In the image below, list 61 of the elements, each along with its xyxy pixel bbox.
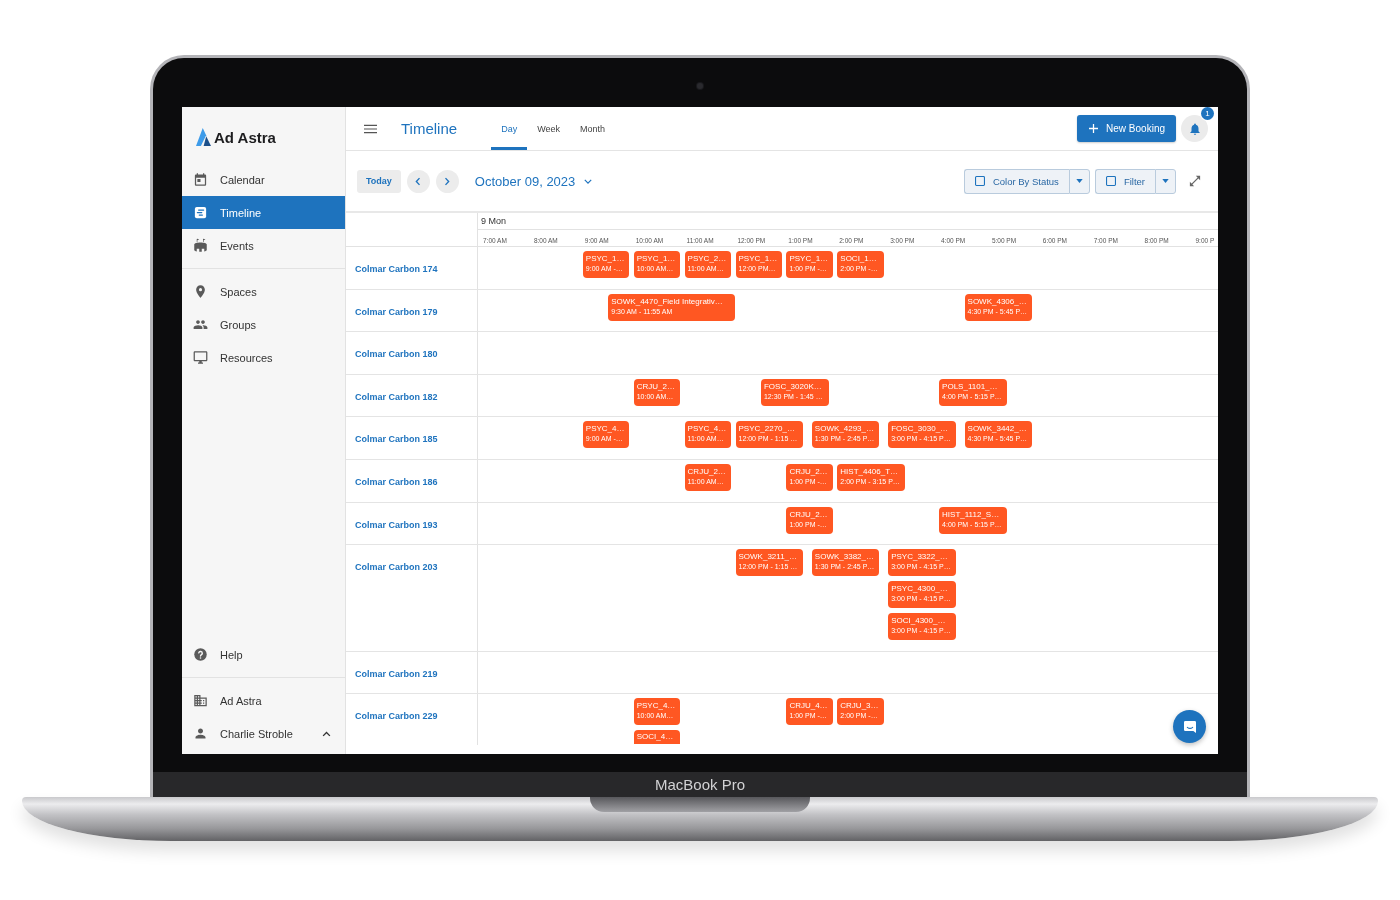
notifications-button[interactable] (1181, 115, 1208, 142)
stadium-icon (193, 238, 208, 253)
chevron-left-icon (415, 176, 422, 186)
chevron-down-icon (584, 178, 593, 184)
notification-badge: 1 (1201, 107, 1214, 120)
caret-down-icon (1162, 179, 1169, 183)
room-link[interactable]: Colmar Carbon 179 (355, 306, 438, 317)
room-link[interactable]: Colmar Carbon 186 (355, 476, 438, 487)
toggle-button[interactable]: Color By Status (963, 168, 1069, 194)
page-title: Timeline (401, 120, 458, 137)
caret-down-icon (1075, 179, 1083, 183)
chat-icon (1181, 718, 1198, 735)
room-link[interactable]: Colmar Carbon 229 (355, 711, 438, 722)
toggle-button[interactable]: Filter (1094, 168, 1155, 194)
new-booking-button[interactable]: New Booking (1077, 115, 1176, 142)
sidebar-item[interactable]: Events (182, 229, 345, 262)
previous-button[interactable] (406, 169, 430, 193)
view-tab[interactable]: Day (491, 107, 528, 150)
room-link[interactable]: Colmar Carbon 193 (355, 519, 438, 530)
sidebar-item[interactable]: Ad Astra (182, 684, 345, 717)
sidebar-item[interactable]: Resources (182, 341, 345, 374)
room-link[interactable]: Colmar Carbon 182 (355, 391, 438, 402)
sidebar-item[interactable]: Help (182, 638, 345, 671)
building-icon (193, 693, 208, 708)
sidebar-item[interactable]: Charlie Stroble (182, 717, 345, 750)
dropdown-button[interactable] (1155, 168, 1176, 194)
camera-icon (697, 83, 703, 89)
sidebar-item[interactable]: Timeline (182, 196, 345, 229)
plus-icon (1089, 124, 1099, 133)
sidebar-item[interactable]: Groups (182, 308, 345, 341)
menu-icon[interactable] (364, 123, 377, 134)
view-tab[interactable]: Month (570, 107, 615, 150)
chevron-right-icon (444, 176, 451, 186)
calendar-icon (193, 172, 208, 187)
booking-block[interactable]: SOCI_4… (633, 730, 681, 745)
help-icon (193, 647, 208, 662)
chevron-up-icon (322, 730, 331, 737)
room-link[interactable]: Colmar Carbon 203 (355, 562, 438, 573)
expand-icon[interactable] (1189, 175, 1201, 187)
sidebar-item[interactable]: Calendar (182, 163, 345, 196)
next-button[interactable] (435, 169, 459, 193)
bell-icon (1187, 121, 1202, 136)
device-label: MacBook Pro (654, 775, 745, 794)
chat-button[interactable] (1173, 710, 1206, 743)
date-button[interactable]: October 09, 2023 (474, 173, 593, 189)
dropdown-button[interactable] (1068, 168, 1090, 194)
day-label: 9 Mon (481, 216, 506, 226)
person-icon (193, 726, 208, 741)
timeline-icon (193, 205, 208, 220)
view-tab[interactable]: Week (527, 107, 570, 150)
sidebar-item[interactable]: Spaces (182, 275, 345, 308)
room-link[interactable]: Colmar Carbon 219 (355, 668, 438, 679)
brand-name: Ad Astra (214, 128, 276, 146)
people-icon (193, 317, 208, 332)
room-link[interactable]: Colmar Carbon 180 (355, 349, 438, 360)
room-link[interactable]: Colmar Carbon 185 (355, 434, 438, 445)
logo-icon (196, 128, 211, 146)
room-link[interactable]: Colmar Carbon 174 (355, 264, 438, 274)
map-pin-icon (193, 284, 208, 299)
today-button[interactable]: Today (357, 169, 401, 193)
monitor-icon (193, 350, 208, 365)
